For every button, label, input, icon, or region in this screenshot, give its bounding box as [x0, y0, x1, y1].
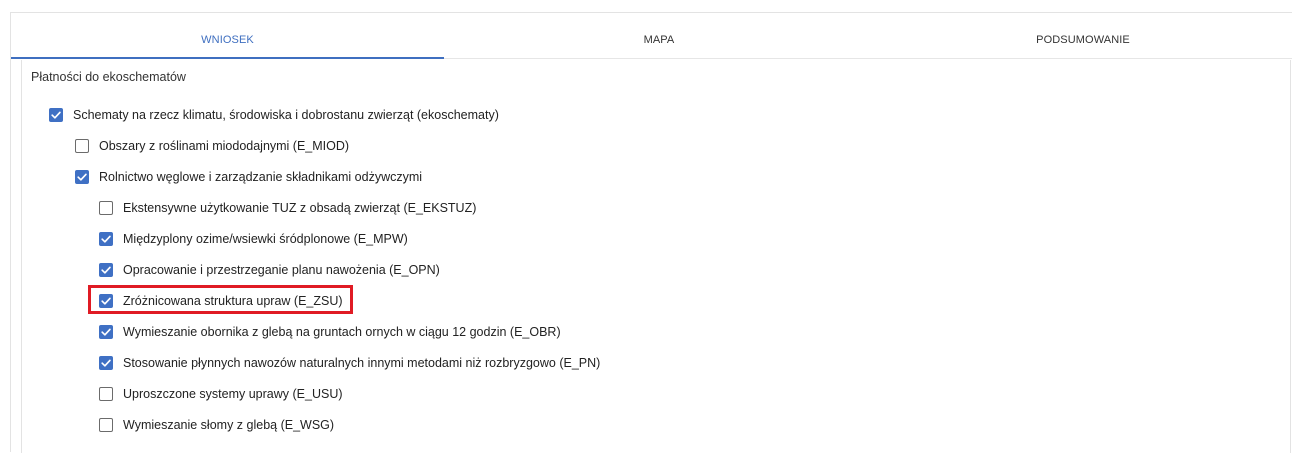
checkbox-label: Obszary z roślinami miododajnymi (E_MIOD… — [99, 139, 350, 153]
checkbox-checked[interactable] — [99, 263, 113, 277]
tab-podsumowanie[interactable]: PODSUMOWANIE — [874, 13, 1292, 58]
checkbox-item[interactable]: Stosowanie płynnych nawozów naturalnych … — [99, 354, 600, 372]
checkbox-item[interactable]: Uproszczone systemy uprawy (E_USU) — [99, 385, 343, 403]
checkbox-item[interactable]: Międzyplony ozime/wsiewki śródplonowe (E… — [99, 230, 408, 248]
checkbox-unchecked[interactable] — [99, 418, 113, 432]
checkbox-checked[interactable] — [99, 232, 113, 246]
checkbox-checked[interactable] — [49, 108, 63, 122]
checkbox-label: Międzyplony ozime/wsiewki śródplonowe (E… — [123, 232, 408, 246]
checkbox-label: Opracowanie i przestrzeganie planu nawoż… — [123, 263, 440, 277]
checkbox-item[interactable]: Schematy na rzecz klimatu, środowiska i … — [49, 106, 499, 124]
checkbox-item[interactable]: Rolnictwo węglowe i zarządzanie składnik… — [75, 168, 422, 186]
tab-wniosek[interactable]: WNIOSEK — [11, 13, 444, 59]
checkbox-checked[interactable] — [99, 294, 113, 308]
check-icon — [101, 235, 111, 243]
checkbox-item[interactable]: Ekstensywne użytkowanie TUZ z obsadą zwi… — [99, 199, 476, 217]
checkbox-label: Uproszczone systemy uprawy (E_USU) — [123, 387, 343, 401]
checkbox-item[interactable]: Zróżnicowana struktura upraw (E_ZSU) — [99, 292, 343, 310]
checkbox-item[interactable]: Opracowanie i przestrzeganie planu nawoż… — [99, 261, 440, 279]
checkbox-unchecked[interactable] — [99, 387, 113, 401]
section-title: Płatności do ekoschematów — [31, 70, 186, 84]
checkbox-label: Schematy na rzecz klimatu, środowiska i … — [73, 108, 499, 122]
tab-mapa[interactable]: MAPA — [444, 13, 874, 58]
checkbox-checked[interactable] — [99, 325, 113, 339]
checkbox-item[interactable]: Wymieszanie słomy z glebą (E_WSG) — [99, 416, 334, 434]
checkbox-label: Wymieszanie słomy z glebą (E_WSG) — [123, 418, 335, 432]
checkbox-label: Rolnictwo węglowe i zarządzanie składnik… — [99, 170, 423, 184]
checkbox-unchecked[interactable] — [75, 139, 89, 153]
check-icon — [101, 297, 111, 305]
checkbox-label: Zróżnicowana struktura upraw (E_ZSU) — [123, 294, 343, 308]
checkbox-label: Ekstensywne użytkowanie TUZ z obsadą zwi… — [123, 201, 477, 215]
check-icon — [51, 111, 61, 119]
checkbox-label: Stosowanie płynnych nawozów naturalnych … — [123, 356, 601, 370]
check-icon — [77, 173, 87, 181]
checkbox-item[interactable]: Obszary z roślinami miododajnymi (E_MIOD… — [75, 137, 349, 155]
checkbox-item[interactable]: Wymieszanie obornika z glebą na gruntach… — [99, 323, 561, 341]
check-icon — [101, 328, 111, 336]
checkbox-unchecked[interactable] — [99, 201, 113, 215]
checkbox-label: Wymieszanie obornika z glebą na gruntach… — [123, 325, 561, 339]
check-icon — [101, 266, 111, 274]
tab-bar: WNIOSEK MAPA PODSUMOWANIE — [11, 13, 1292, 59]
checkbox-checked[interactable] — [75, 170, 89, 184]
check-icon — [101, 359, 111, 367]
checkbox-checked[interactable] — [99, 356, 113, 370]
